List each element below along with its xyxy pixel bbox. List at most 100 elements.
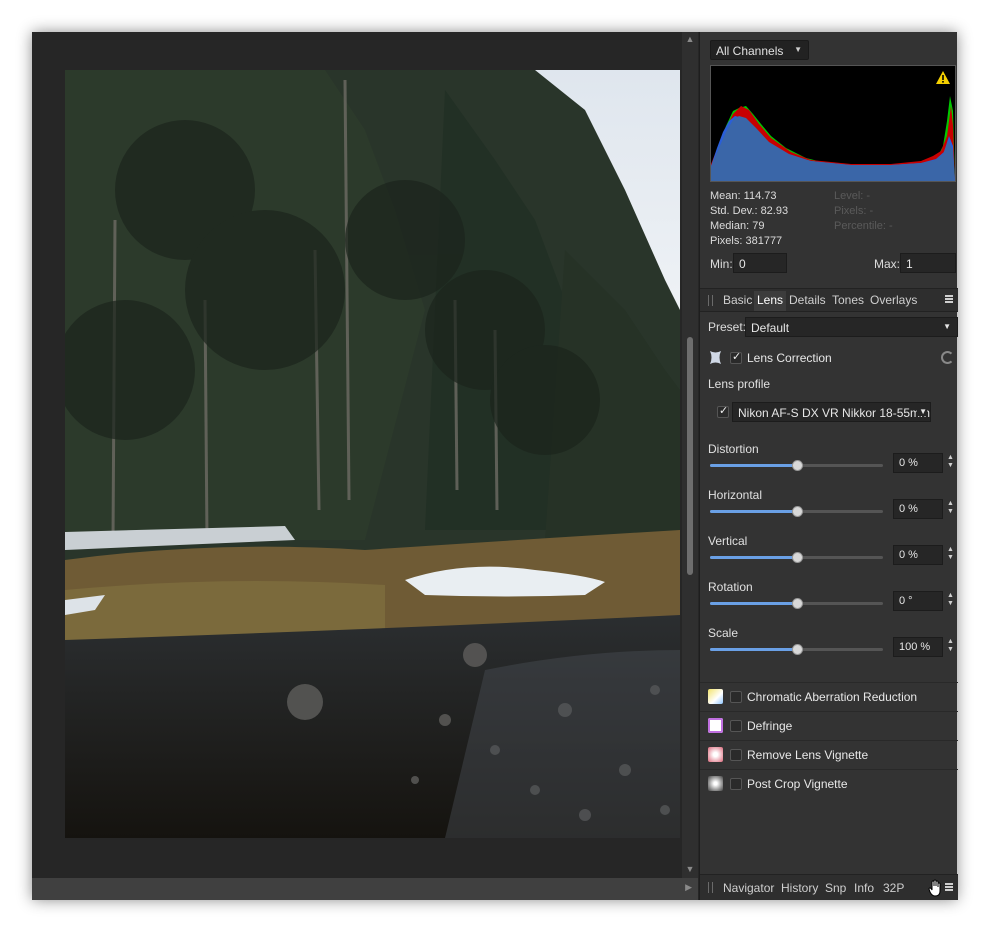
- canvas-area[interactable]: [32, 32, 682, 878]
- lens-profile-dropdown[interactable]: Nikon AF-S DX VR Nikkor 18-55mm f ▼: [732, 402, 931, 422]
- chromatic-aberration-icon: [708, 689, 723, 704]
- lens-correction-checkbox[interactable]: [730, 350, 742, 364]
- lens-correction-body: Lens profile Nikon AF-S DX VR Nikkor 18-…: [700, 377, 958, 677]
- post-crop-vignette-section[interactable]: Post Crop Vignette: [700, 769, 958, 797]
- vertical-slider[interactable]: [710, 552, 883, 563]
- stat-pixels: Pixels: 381777: [710, 235, 783, 247]
- horizontal-slider[interactable]: [710, 506, 883, 517]
- slider-knob[interactable]: [791, 460, 803, 471]
- preset-row: Preset: Default ▼: [700, 316, 958, 338]
- scale-slider-row: Scale 100 % ▲ ▼: [700, 626, 958, 672]
- develop-tabs: Basic Lens Details Tones Overlays: [700, 288, 958, 312]
- tab-tones[interactable]: Tones: [832, 293, 864, 307]
- tab-snapshots[interactable]: Snp: [825, 881, 846, 895]
- bottom-panel-tabs: Navigator History Snp Info 32P: [700, 874, 958, 900]
- tab-navigator[interactable]: Navigator: [723, 881, 774, 895]
- lens-correction-icon: [710, 351, 721, 364]
- tab-history[interactable]: History: [781, 881, 818, 895]
- lens-profile-label: Lens profile: [708, 377, 771, 391]
- stat-level-pixels: Pixels: -: [834, 205, 874, 217]
- rotation-value[interactable]: 0 °: [893, 591, 943, 611]
- right-panel: All Channels ▼ Mean: 114.73 Std. Dev.: 8…: [699, 32, 958, 900]
- tab-32p[interactable]: 32P: [883, 881, 904, 895]
- lens-correction-title: Lens Correction: [747, 351, 832, 365]
- distortion-value[interactable]: 0 %: [893, 453, 943, 473]
- distortion-slider[interactable]: [710, 460, 883, 471]
- slider-knob[interactable]: [791, 598, 803, 609]
- stat-percentile: Percentile: -: [834, 220, 893, 232]
- spinner-icon[interactable]: ▲ ▼: [947, 638, 954, 654]
- slider-knob[interactable]: [791, 506, 803, 517]
- chromatic-aberration-checkbox[interactable]: [730, 691, 742, 703]
- horizontal-scrollbar[interactable]: ▶: [32, 878, 698, 900]
- tab-overlays[interactable]: Overlays: [870, 293, 917, 307]
- warning-icon: [936, 71, 950, 84]
- remove-lens-vignette-section[interactable]: Remove Lens Vignette: [700, 740, 958, 768]
- defringe-checkbox[interactable]: [730, 720, 742, 732]
- horizontal-value[interactable]: 0 %: [893, 499, 943, 519]
- scale-slider[interactable]: [710, 644, 883, 655]
- distortion-slider-row: Distortion 0 % ▲ ▼: [700, 442, 958, 488]
- post-crop-vignette-checkbox[interactable]: [730, 778, 742, 790]
- slider-knob[interactable]: [791, 644, 803, 655]
- preset-label: Preset:: [708, 320, 747, 334]
- max-field[interactable]: 1: [900, 253, 956, 273]
- stat-std-dev: Std. Dev.: 82.93: [710, 205, 789, 217]
- scroll-up-icon[interactable]: ▲: [685, 34, 695, 44]
- scale-value[interactable]: 100 %: [893, 637, 943, 657]
- lens-profile-row: Nikon AF-S DX VR Nikkor 18-55mm f ▼: [717, 402, 957, 424]
- lens-profile-checkbox[interactable]: [717, 404, 729, 418]
- scroll-thumb[interactable]: [687, 337, 693, 575]
- slider-label: Distortion: [708, 442, 759, 456]
- spinner-icon[interactable]: ▲ ▼: [947, 454, 954, 470]
- rotation-slider[interactable]: [710, 598, 883, 609]
- vertical-value[interactable]: 0 %: [893, 545, 943, 565]
- channel-dropdown[interactable]: All Channels ▼: [710, 40, 809, 60]
- defringe-icon: [708, 718, 723, 733]
- hand-cursor-icon: [928, 879, 941, 897]
- preset-value: Default: [751, 321, 790, 335]
- photo-image[interactable]: [65, 70, 680, 838]
- max-label: Max:: [874, 257, 901, 271]
- min-field[interactable]: 0: [733, 253, 787, 273]
- defringe-section[interactable]: Defringe: [700, 711, 958, 739]
- reset-icon[interactable]: [941, 351, 954, 364]
- slider-label: Vertical: [708, 534, 748, 548]
- section-title: Post Crop Vignette: [747, 777, 848, 791]
- lens-profile-value: Nikon AF-S DX VR Nikkor 18-55mm f: [738, 406, 931, 420]
- slider-knob[interactable]: [791, 552, 803, 563]
- preset-dropdown[interactable]: Default ▼: [745, 317, 958, 337]
- slider-label: Scale: [708, 626, 739, 640]
- min-max-row: Min: 0 Max: 1: [710, 253, 956, 275]
- spinner-icon[interactable]: ▲ ▼: [947, 500, 954, 516]
- min-label: Min:: [710, 257, 733, 271]
- section-title: Chromatic Aberration Reduction: [747, 690, 918, 704]
- scroll-down-icon[interactable]: ▼: [685, 864, 695, 874]
- drag-handle-icon[interactable]: [708, 295, 713, 306]
- tab-basic[interactable]: Basic: [723, 293, 752, 307]
- remove-lens-vignette-checkbox[interactable]: [730, 749, 742, 761]
- spinner-icon[interactable]: ▲ ▼: [947, 592, 954, 608]
- histogram-stats: Mean: 114.73 Std. Dev.: 82.93 Median: 79…: [710, 189, 950, 249]
- spinner-icon[interactable]: ▲ ▼: [947, 546, 954, 562]
- tab-lens[interactable]: Lens: [754, 291, 787, 311]
- scroll-right-icon[interactable]: ▶: [685, 882, 692, 893]
- panel-menu-icon[interactable]: [945, 883, 953, 891]
- chevron-down-icon: ▼: [794, 45, 802, 54]
- tab-details[interactable]: Details: [789, 293, 826, 307]
- chromatic-aberration-section[interactable]: Chromatic Aberration Reduction: [700, 682, 958, 710]
- lens-correction-header[interactable]: Lens Correction: [700, 344, 958, 372]
- panel-menu-icon[interactable]: [945, 295, 953, 303]
- inactive-stats: Level: - Pixels: - Percentile: -: [834, 189, 893, 234]
- vertical-scrollbar[interactable]: ▲ ▼: [682, 32, 698, 878]
- stat-mean: Mean: 114.73: [710, 190, 777, 202]
- tab-info[interactable]: Info: [854, 881, 874, 895]
- drag-handle-icon[interactable]: [708, 882, 713, 893]
- chevron-down-icon: ▼: [943, 322, 951, 331]
- lens-vignette-icon: [708, 747, 723, 762]
- section-title: Defringe: [747, 719, 793, 733]
- rotation-slider-row: Rotation 0 ° ▲ ▼: [700, 580, 958, 626]
- chevron-down-icon: ▼: [917, 407, 927, 416]
- histogram-graph: [710, 65, 956, 182]
- slider-label: Rotation: [708, 580, 753, 594]
